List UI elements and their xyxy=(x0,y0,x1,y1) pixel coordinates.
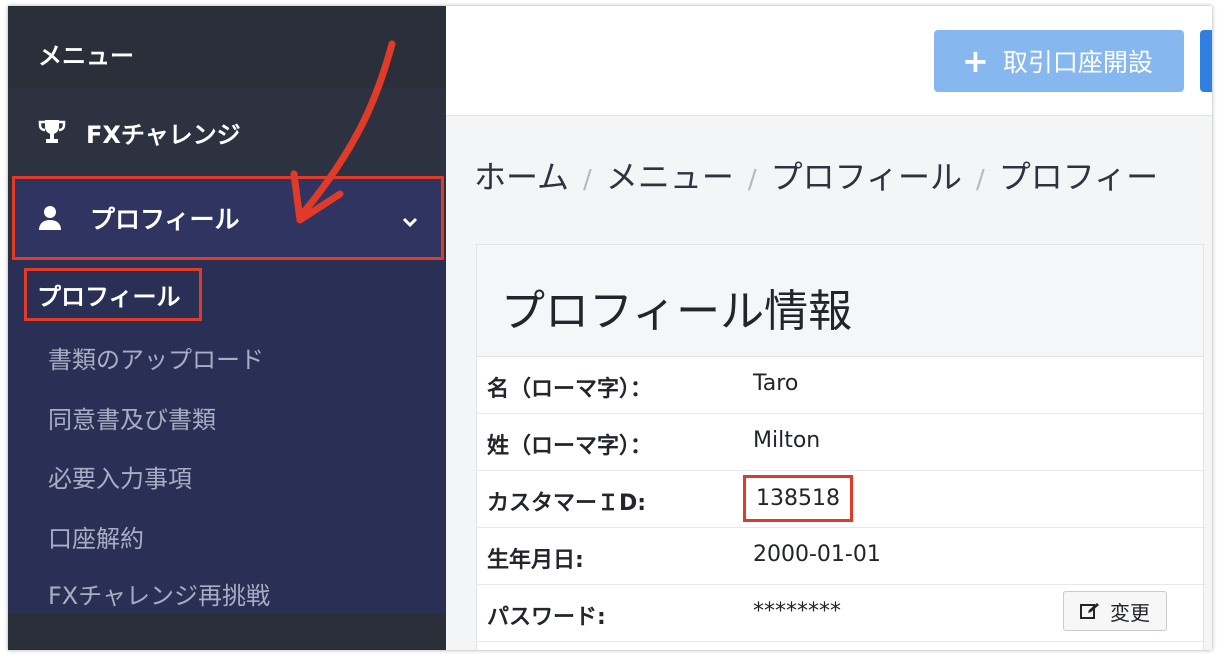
sidebar-item-label: プロフィール xyxy=(90,205,240,234)
table-row: 姓（ローマ字）： Milton xyxy=(477,414,1205,471)
field-label: 姓（ローマ字）： xyxy=(487,434,653,459)
breadcrumb-profile[interactable]: プロフィール xyxy=(771,158,962,196)
edit-icon xyxy=(1080,602,1100,620)
profile-submenu: プロフィール 書類のアップロード 同意書及び書類 必要入力事項 口座解約 FXチ… xyxy=(8,260,446,614)
field-label: カスタマーＩD: xyxy=(487,491,647,516)
trophy-icon xyxy=(38,119,70,145)
sidebar-item-label: FXチャレンジ xyxy=(86,120,241,149)
table-row: パスワード: ******** 変更 xyxy=(477,585,1205,642)
field-value-first-name: Taro xyxy=(753,371,799,396)
field-label: 名（ローマ字）： xyxy=(487,377,653,402)
field-label: 生年月日: xyxy=(487,548,584,573)
breadcrumb-separator: / xyxy=(975,165,985,195)
sidebar: メニュー FXチャレンジ プロフィール プロフィール 書類のアップロード 同意書… xyxy=(8,6,446,650)
table-row: カスタマーＩD: 138518 xyxy=(477,471,1205,528)
field-value-last-name: Milton xyxy=(753,428,821,453)
breadcrumb-separator: / xyxy=(747,165,757,195)
sidebar-footer xyxy=(8,614,446,650)
submenu-item-fx-challenge-retry[interactable]: FXチャレンジ再挑戦 xyxy=(48,576,270,611)
breadcrumb-current: プロフィー xyxy=(998,158,1159,196)
field-value-password: ******** xyxy=(753,599,841,624)
chevron-down-icon[interactable] xyxy=(402,206,418,235)
table-row: 生年月日: 2000-01-01 xyxy=(477,528,1205,585)
top-header: + 取引口座開設 xyxy=(446,6,1212,116)
submenu-item-required-inputs[interactable]: 必要入力事項 xyxy=(48,459,192,494)
card-title: プロフィール情報 xyxy=(477,245,1203,357)
profile-info-card: プロフィール情報 名（ローマ字）： Taro 姓（ローマ字）： Milton カ… xyxy=(476,244,1205,650)
table-row: 名（ローマ字）： Taro xyxy=(477,357,1205,414)
submenu-item-account-closure[interactable]: 口座解約 xyxy=(48,519,144,554)
submenu-item-consent-documents[interactable]: 同意書及び書類 xyxy=(48,400,216,435)
sidebar-item-profile[interactable]: プロフィール xyxy=(12,176,444,260)
plus-icon: + xyxy=(962,42,989,80)
field-value-birthdate: 2000-01-01 xyxy=(753,542,881,567)
change-button-label: 変更 xyxy=(1110,600,1150,625)
change-password-button[interactable]: 変更 xyxy=(1063,591,1167,631)
user-icon xyxy=(38,205,70,231)
submenu-item-document-upload[interactable]: 書類のアップロード xyxy=(48,340,264,375)
app-window: メニュー FXチャレンジ プロフィール プロフィール 書類のアップロード 同意書… xyxy=(8,6,1212,650)
submenu-item-profile[interactable]: プロフィール xyxy=(24,268,202,321)
breadcrumb-home[interactable]: ホーム xyxy=(474,158,569,196)
open-trading-account-label: 取引口座開設 xyxy=(1002,48,1153,77)
breadcrumb-separator: / xyxy=(583,165,592,195)
field-value-customer-id: 138518 xyxy=(743,475,853,522)
breadcrumb-menu[interactable]: メニュー xyxy=(606,158,734,196)
header-secondary-button[interactable] xyxy=(1200,30,1212,92)
sidebar-menu-title: メニュー xyxy=(8,6,446,88)
breadcrumb: ホーム / メニュー / プロフィール / プロフィー xyxy=(474,152,1158,198)
sidebar-item-fx-challenge[interactable]: FXチャレンジ xyxy=(8,88,446,176)
open-trading-account-button[interactable]: + 取引口座開設 xyxy=(934,30,1184,92)
field-label: パスワード: xyxy=(487,605,606,630)
